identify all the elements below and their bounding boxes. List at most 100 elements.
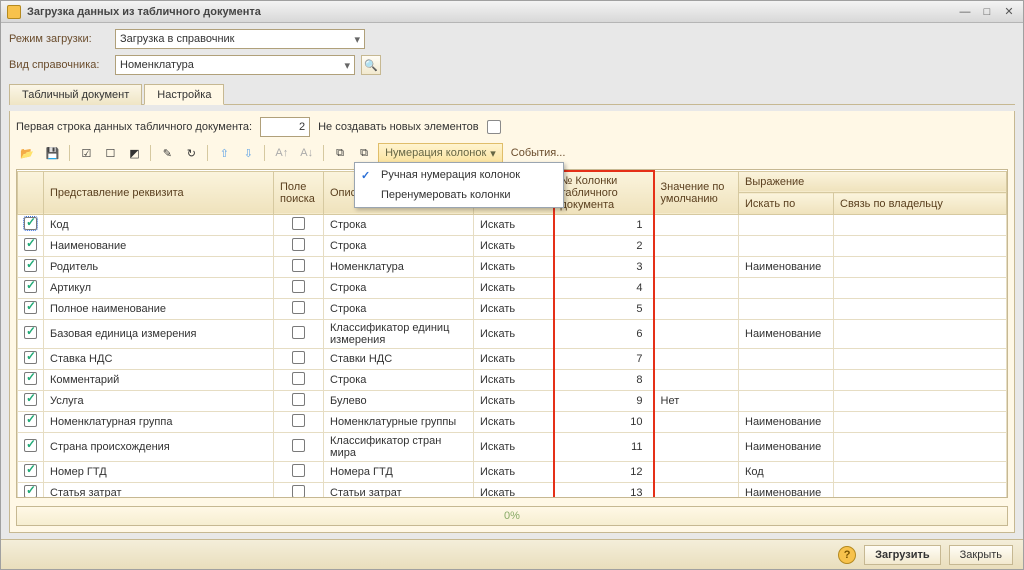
refresh-icon[interactable]: ↻ — [181, 143, 201, 163]
row-checkbox[interactable] — [24, 301, 37, 314]
row-checkbox[interactable] — [24, 351, 37, 364]
table-row[interactable]: Полное наименованиеСтрокаИскать5 — [18, 299, 1007, 320]
row-checkbox[interactable] — [24, 414, 37, 427]
col-expr[interactable]: Выражение — [739, 171, 1007, 193]
load-mode-row: Режим загрузки: Загрузка в справочник ▾ — [9, 29, 1015, 49]
close-button[interactable]: ✕ — [1001, 5, 1017, 19]
col-search-by[interactable]: Искать по — [739, 193, 834, 215]
col-num[interactable]: № Колонки табличного документа — [554, 171, 654, 215]
tab-doc[interactable]: Табличный документ — [9, 84, 142, 105]
table-row[interactable]: КомментарийСтрокаИскать8 — [18, 370, 1007, 391]
row-checkbox[interactable] — [24, 485, 37, 498]
cell-repr: Базовая единица измерения — [44, 320, 274, 349]
row-checkbox[interactable] — [24, 439, 37, 452]
col-repr[interactable]: Представление реквизита — [44, 171, 274, 215]
row-checkbox[interactable] — [24, 464, 37, 477]
cell-repr: Страна происхождения — [44, 433, 274, 462]
paste-icon[interactable]: ⧉ — [354, 143, 374, 163]
search-field-checkbox[interactable] — [292, 259, 305, 272]
ref-type-select[interactable]: Номенклатура ▾ — [115, 55, 355, 75]
load-button[interactable]: Загрузить — [864, 545, 941, 565]
table-row[interactable]: Базовая единица измерения Классификатор е… — [18, 320, 1007, 349]
table-row[interactable]: Страна происхожденияКлассификатор стран … — [18, 433, 1007, 462]
search-field-checkbox[interactable] — [292, 393, 305, 406]
search-field-checkbox[interactable] — [292, 351, 305, 364]
cell-type: Строка — [324, 236, 474, 257]
help-icon[interactable]: ? — [838, 546, 856, 564]
row-checkbox[interactable] — [24, 393, 37, 406]
first-row-input[interactable]: 2 — [260, 117, 310, 137]
cell-search-by — [739, 278, 834, 299]
col-default[interactable]: Значение по умолчанию — [654, 171, 739, 215]
search-field-checkbox[interactable] — [292, 280, 305, 293]
table-row[interactable]: НаименованиеСтрокаИскать2 — [18, 236, 1007, 257]
cell-col-num: 8 — [554, 370, 654, 391]
menu-renumber[interactable]: Перенумеровать колонки — [355, 185, 563, 205]
load-mode-select[interactable]: Загрузка в справочник ▾ — [115, 29, 365, 49]
table-row[interactable]: РодительНоменклатураИскать3Наименование — [18, 257, 1007, 278]
table-row[interactable]: УслугаБулевоИскать9Нет — [18, 391, 1007, 412]
row-checkbox[interactable] — [24, 238, 37, 251]
search-field-checkbox[interactable] — [292, 301, 305, 314]
maximize-button[interactable]: □ — [979, 5, 995, 19]
arrow-down-icon[interactable]: ⇩ — [238, 143, 258, 163]
cell-default — [654, 257, 739, 278]
open-icon[interactable]: 📂 — [16, 143, 38, 163]
sort-desc-icon[interactable]: A↓ — [296, 143, 317, 163]
column-numbering-button[interactable]: Нумерация колонок ▾ — [378, 143, 503, 163]
col-owner-link[interactable]: Связь по владельцу — [834, 193, 1007, 215]
copy-icon[interactable]: ⧉ — [330, 143, 350, 163]
col-check[interactable] — [18, 171, 44, 215]
row-checkbox[interactable] — [24, 217, 37, 230]
search-field-checkbox[interactable] — [292, 217, 305, 230]
search-field-checkbox[interactable] — [292, 414, 305, 427]
arrow-up-icon[interactable]: ⇧ — [214, 143, 234, 163]
tab-settings[interactable]: Настройка — [144, 84, 224, 105]
table-row[interactable]: Номер ГТДНомера ГТДИскать12Код — [18, 462, 1007, 483]
row-checkbox[interactable] — [24, 326, 37, 339]
column-toolbar: 📂 💾 ☑ ☐ ◩ ✎ ↻ ⇧ ⇩ A↑ A↓ ⧉ ⧉ Нумерация — [16, 141, 1008, 165]
search-field-checkbox[interactable] — [292, 326, 305, 339]
row-checkbox[interactable] — [24, 372, 37, 385]
search-field-checkbox[interactable] — [292, 372, 305, 385]
cell-default — [654, 433, 739, 462]
col-search-field[interactable]: Поле поиска — [274, 171, 324, 215]
first-row-label: Первая строка данных табличного документ… — [16, 121, 252, 133]
uncheck-all-icon[interactable]: ☐ — [100, 143, 120, 163]
minimize-button[interactable]: — — [957, 5, 973, 19]
row-checkbox[interactable] — [24, 259, 37, 272]
cell-repr: Наименование — [44, 236, 274, 257]
cell-default — [654, 278, 739, 299]
search-field-checkbox[interactable] — [292, 464, 305, 477]
no-create-checkbox[interactable] — [487, 120, 501, 134]
table-row[interactable]: Ставка НДССтавки НДСИскать7 — [18, 349, 1007, 370]
columns-table-wrap[interactable]: Представление реквизита Поле поиска Опис… — [16, 169, 1008, 498]
cell-default — [654, 215, 739, 236]
menu-manual-numbering[interactable]: ✓ Ручная нумерация колонок — [355, 165, 563, 185]
table-row[interactable]: АртикулСтрокаИскать4 — [18, 278, 1007, 299]
row-checkbox[interactable] — [24, 280, 37, 293]
cell-type: Классификатор единиц измерения — [324, 320, 474, 349]
table-row[interactable]: Статья затратСтатьи затратИскать13Наимен… — [18, 483, 1007, 499]
cell-col-num: 13 — [554, 483, 654, 499]
toggle-icon[interactable]: ◩ — [124, 143, 144, 163]
search-field-checkbox[interactable] — [292, 439, 305, 452]
table-row[interactable]: КодСтрокаИскать1 — [18, 215, 1007, 236]
save-icon[interactable]: 💾 — [42, 143, 64, 163]
sort-asc-icon[interactable]: A↑ — [271, 143, 292, 163]
table-row[interactable]: Номенклатурная группаНоменклатурные груп… — [18, 412, 1007, 433]
cell-mode: Искать — [474, 433, 554, 462]
ref-picker-button[interactable]: 🔍 — [361, 55, 381, 75]
check-all-icon[interactable]: ☑ — [76, 143, 96, 163]
close-window-button[interactable]: Закрыть — [949, 545, 1013, 565]
cell-type: Ставки НДС — [324, 349, 474, 370]
window-title: Загрузка данных из табличного документа — [27, 6, 951, 18]
cell-repr: Ставка НДС — [44, 349, 274, 370]
events-button[interactable]: События... — [507, 147, 570, 159]
cell-default — [654, 236, 739, 257]
search-field-checkbox[interactable] — [292, 238, 305, 251]
cell-repr: Комментарий — [44, 370, 274, 391]
cell-mode: Искать — [474, 257, 554, 278]
search-field-checkbox[interactable] — [292, 485, 305, 498]
edit-icon[interactable]: ✎ — [157, 143, 177, 163]
